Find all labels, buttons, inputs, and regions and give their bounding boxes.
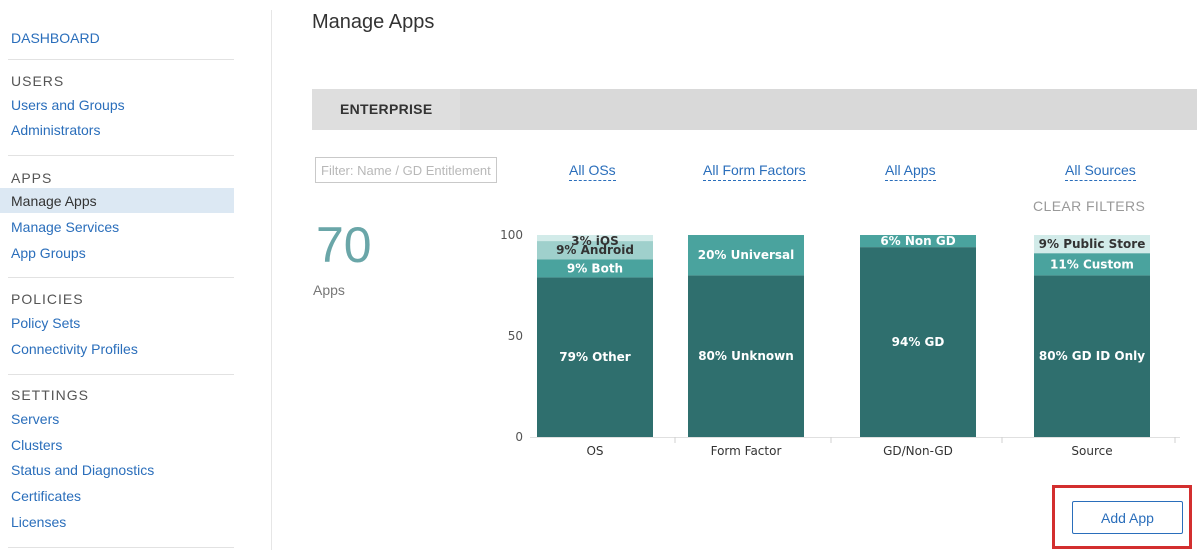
sidebar-item-clusters[interactable]: Clusters <box>11 437 62 453</box>
x-category-label: Source <box>1071 444 1112 458</box>
bar-segment-label: 79% Other <box>559 350 631 364</box>
app-count-label: Apps <box>313 282 345 298</box>
x-category-label: Form Factor <box>711 444 782 458</box>
bar-segment-label: 6% Non GD <box>880 234 955 248</box>
y-tick-label: 50 <box>508 329 523 343</box>
sidebar-item-users-and-groups[interactable]: Users and Groups <box>11 97 125 113</box>
sidebar-divider-vertical <box>271 10 272 550</box>
sidebar-heading-policies: POLICIES <box>11 291 84 307</box>
bar-segment-label: 9% Public Store <box>1039 237 1146 251</box>
apps-breakdown-chart: 05010079% Other9% Both9% Android3% iOSOS… <box>500 228 1180 458</box>
sidebar-divider <box>8 374 234 375</box>
tab-bar: ENTERPRISE <box>312 89 1197 130</box>
app-count: 70 <box>316 217 372 273</box>
sidebar-item-servers[interactable]: Servers <box>11 411 59 427</box>
bar-segment-label: 11% Custom <box>1050 257 1134 271</box>
y-tick-label: 100 <box>500 228 523 242</box>
y-tick-label: 0 <box>515 430 523 444</box>
sidebar-item-administrators[interactable]: Administrators <box>11 122 100 138</box>
sidebar-item-status-and-diagnostics[interactable]: Status and Diagnostics <box>11 462 154 478</box>
add-app-button[interactable]: Add App <box>1072 501 1183 534</box>
sidebar-item-policy-sets[interactable]: Policy Sets <box>11 315 80 331</box>
sidebar-divider <box>8 277 234 278</box>
filter-os-dropdown[interactable]: All OSs <box>569 162 616 181</box>
sidebar-divider <box>8 155 234 156</box>
sidebar-item-app-groups[interactable]: App Groups <box>11 245 86 261</box>
sidebar-item-manage-services[interactable]: Manage Services <box>11 219 119 235</box>
bar-segment-label: 3% iOS <box>571 234 619 248</box>
bar-segment-label: 20% Universal <box>698 248 795 262</box>
bar-segment-label: 94% GD <box>892 335 945 349</box>
sidebar-item-manage-apps[interactable]: Manage Apps <box>11 193 97 209</box>
x-category-label: OS <box>586 444 603 458</box>
sidebar-divider <box>8 547 234 548</box>
sidebar-item-dashboard[interactable]: DASHBOARD <box>11 30 100 46</box>
bar-segment-label: 80% Unknown <box>698 349 794 363</box>
filter-form-factor-dropdown[interactable]: All Form Factors <box>703 162 806 181</box>
sidebar-heading-apps: APPS <box>11 170 53 186</box>
sidebar-item-licenses[interactable]: Licenses <box>11 514 66 530</box>
clear-filters-link[interactable]: CLEAR FILTERS <box>1033 198 1145 214</box>
sidebar-divider <box>8 59 234 60</box>
bar-segment-label: 80% GD ID Only <box>1039 349 1145 363</box>
page-title: Manage Apps <box>312 11 435 33</box>
tab-enterprise-label: ENTERPRISE <box>340 101 433 117</box>
x-category-label: GD/Non-GD <box>883 444 953 458</box>
filter-apps-dropdown[interactable]: All Apps <box>885 162 936 181</box>
sidebar-item-connectivity-profiles[interactable]: Connectivity Profiles <box>11 341 138 357</box>
sidebar-nav: DASHBOARD USERS Users and Groups Adminis… <box>0 0 240 552</box>
sidebar-heading-users: USERS <box>11 73 65 89</box>
sidebar-item-certificates[interactable]: Certificates <box>11 488 81 504</box>
tab-enterprise[interactable]: ENTERPRISE <box>312 89 460 130</box>
sidebar-heading-settings: SETTINGS <box>11 387 90 403</box>
filter-sources-dropdown[interactable]: All Sources <box>1065 162 1136 181</box>
filter-search-input[interactable] <box>315 157 497 183</box>
bar-segment-label: 9% Both <box>567 261 623 275</box>
